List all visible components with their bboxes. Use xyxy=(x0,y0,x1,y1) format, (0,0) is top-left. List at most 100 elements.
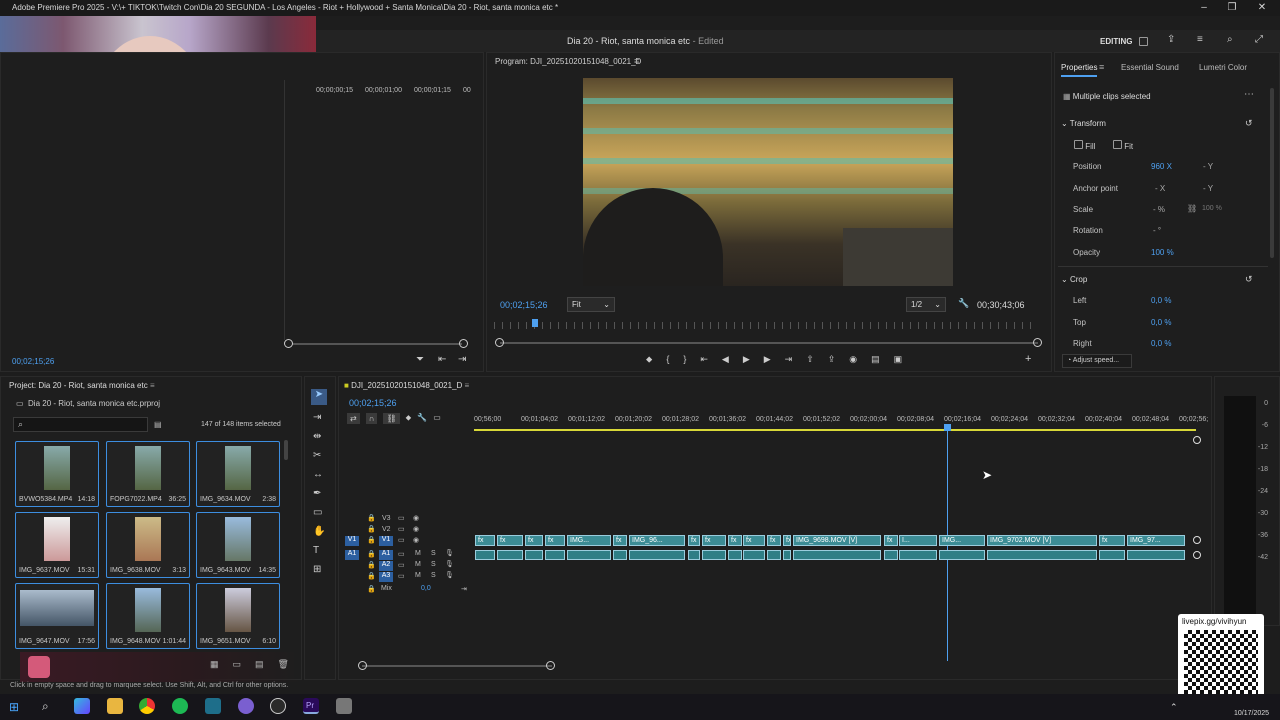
lock-icon[interactable]: 🔒 xyxy=(367,585,376,593)
rotation-value[interactable]: - ° xyxy=(1153,226,1161,235)
sync-icon[interactable]: ▭ xyxy=(398,536,405,544)
program-menu-icon[interactable]: ≡ xyxy=(634,56,639,66)
marker-icon[interactable]: ⬥ xyxy=(646,354,652,365)
crop-left-value[interactable]: 0,0 % xyxy=(1151,296,1171,305)
selection-tool-icon[interactable]: ➤ xyxy=(311,389,327,405)
video-clip[interactable]: fx xyxy=(525,535,543,546)
audio-clip[interactable] xyxy=(884,550,898,560)
project-label[interactable]: Project: Dia 20 - Riot, santa monica etc… xyxy=(9,381,155,390)
mark-in-icon[interactable]: { xyxy=(666,354,669,365)
settings-icon[interactable]: 🔧 xyxy=(417,413,427,424)
project-item[interactable]: FOPG7022.MP4 36:25 xyxy=(106,441,190,507)
video-clip[interactable]: IMG... xyxy=(939,535,985,546)
video-clip[interactable]: fx xyxy=(728,535,742,546)
audio-clip[interactable] xyxy=(613,550,627,560)
slip-icon[interactable]: ↔ xyxy=(313,469,325,480)
menu-icon[interactable]: ≡ xyxy=(1197,34,1203,45)
audio-clip[interactable] xyxy=(783,550,791,560)
video-clip[interactable]: fx xyxy=(475,535,495,546)
project-item[interactable]: IMG_9634.MOV 2:38 xyxy=(196,441,280,507)
track-label-a1[interactable]: A1 xyxy=(379,550,393,560)
razor-icon[interactable]: ✂ xyxy=(313,450,325,461)
project-item[interactable]: BVWO5384.MP4 14:18 xyxy=(15,441,99,507)
mic-icon[interactable]: 🎙 xyxy=(445,560,454,568)
obs-icon[interactable] xyxy=(270,698,286,714)
lock-icon[interactable]: 🔒 xyxy=(367,572,376,580)
step-forward-icon[interactable]: ▶ xyxy=(764,354,771,365)
audio-clip[interactable] xyxy=(688,550,700,560)
wrench-icon[interactable]: 🔧 xyxy=(958,298,969,309)
sync-icon[interactable]: ▭ xyxy=(398,514,405,522)
audio-clip[interactable] xyxy=(629,550,685,560)
add-button-icon[interactable]: + xyxy=(1025,353,1031,365)
transform-section[interactable]: ⌄ Transform xyxy=(1061,119,1106,128)
video-clip[interactable]: IMG... xyxy=(567,535,611,546)
nest-icon[interactable]: ⇄ xyxy=(347,413,360,424)
insert-icon[interactable]: ⇤ xyxy=(438,354,446,365)
captions-icon[interactable]: ▭ xyxy=(433,413,441,424)
close-icon[interactable]: ✕ xyxy=(1248,0,1276,16)
source-timecode[interactable]: 00;02;15;26 xyxy=(12,357,54,366)
link-icon[interactable]: ⛓ xyxy=(1187,204,1197,213)
linked-selection-icon[interactable]: ⛓ xyxy=(383,413,400,424)
project-search-input[interactable]: ⌕ xyxy=(13,417,148,432)
timeline-zoom-bar[interactable] xyxy=(362,665,552,667)
track-scroll-handle-v[interactable] xyxy=(1193,536,1201,544)
audio-clip[interactable] xyxy=(702,550,726,560)
position-x[interactable]: 960 X xyxy=(1151,162,1172,171)
workspace-label[interactable]: EDITING xyxy=(1100,37,1132,46)
lock-icon[interactable]: 🔒 xyxy=(367,514,376,522)
reset-transform-icon[interactable]: ↺ xyxy=(1245,118,1253,129)
eye-icon[interactable]: ◉ xyxy=(413,525,419,533)
video-clip[interactable]: IMG_96... xyxy=(629,535,685,546)
mix-end-icon[interactable]: ⇥ xyxy=(461,585,467,593)
project-item[interactable]: IMG_9638.MOV 3:13 xyxy=(106,512,190,578)
video-clip[interactable]: fx xyxy=(702,535,726,546)
caption-icon[interactable]: ⊞ xyxy=(313,564,325,575)
more-icon[interactable]: ⋯ xyxy=(1244,89,1254,100)
source-zoom-handle-left[interactable] xyxy=(284,339,293,348)
file-explorer-icon[interactable] xyxy=(107,698,123,714)
track-scroll-handle-a[interactable] xyxy=(1193,551,1201,559)
extract-icon[interactable]: ⇪ xyxy=(828,354,836,365)
audio-clip[interactable] xyxy=(793,550,881,560)
audio-clip[interactable] xyxy=(1099,550,1125,560)
step-back-icon[interactable]: ◀ xyxy=(722,354,729,365)
video-clip[interactable]: fx xyxy=(545,535,565,546)
video-clip[interactable]: fx xyxy=(1099,535,1125,546)
play-icon[interactable]: ▶ xyxy=(743,354,750,365)
type-icon[interactable]: T xyxy=(313,545,325,556)
video-clip[interactable]: fx xyxy=(743,535,765,546)
go-to-in-icon[interactable]: ⇤ xyxy=(700,354,708,365)
properties-scrollbar[interactable] xyxy=(1270,88,1274,258)
project-item[interactable]: IMG_9637.MOV 15:31 xyxy=(15,512,99,578)
overlay-icon[interactable]: ▣ xyxy=(894,354,903,365)
audio-clip[interactable] xyxy=(728,550,742,560)
premiere-pro-icon[interactable]: Pr xyxy=(303,698,319,714)
track-select-icon[interactable]: ⇥ xyxy=(313,412,325,423)
video-clip[interactable]: IMG_9698.MOV [V] xyxy=(793,535,881,546)
project-item[interactable]: IMG_9651.MOV 6:10 xyxy=(196,583,280,649)
copilot-icon[interactable] xyxy=(74,698,90,714)
reset-crop-icon[interactable]: ↺ xyxy=(1245,274,1253,285)
ripple-edit-icon[interactable]: ⇹ xyxy=(313,431,325,442)
anchor-y[interactable]: - Y xyxy=(1203,184,1213,193)
mark-out-icon[interactable]: } xyxy=(683,354,686,365)
solo-button[interactable]: S xyxy=(431,561,436,568)
audio-clip[interactable] xyxy=(743,550,765,560)
anchor-x[interactable]: - X xyxy=(1155,184,1165,193)
compare-icon[interactable]: ▤ xyxy=(871,354,880,365)
work-area-bar[interactable] xyxy=(474,429,1196,431)
search-icon[interactable]: ⌕ xyxy=(1227,34,1233,45)
mute-button[interactable]: M xyxy=(415,572,421,579)
video-clip[interactable]: fx xyxy=(497,535,523,546)
eye-icon[interactable]: ◉ xyxy=(413,514,419,522)
fullscreen-icon[interactable]: ⤢ xyxy=(1255,34,1263,45)
mix-value[interactable]: 0,0 xyxy=(421,585,431,592)
lock-icon[interactable]: 🔒 xyxy=(367,561,376,569)
tab-properties[interactable]: Properties xyxy=(1061,63,1098,77)
hand-icon[interactable]: ✋ xyxy=(313,526,325,537)
audio-clip[interactable] xyxy=(475,550,495,560)
mic-icon[interactable]: 🎙 xyxy=(445,549,454,557)
program-timecode[interactable]: 00;02;15;26 xyxy=(500,300,548,310)
